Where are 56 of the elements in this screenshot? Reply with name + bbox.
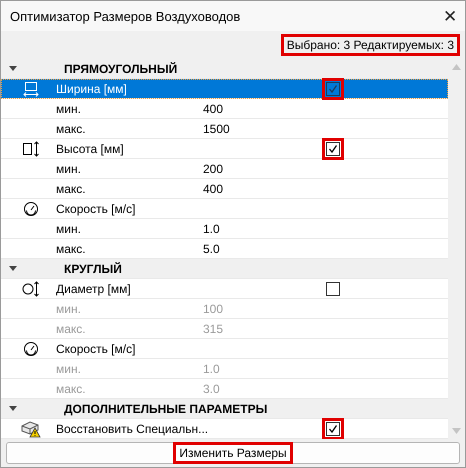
- expand-triangle-icon[interactable]: [9, 66, 17, 71]
- value-text: 1.0: [203, 362, 221, 376]
- list-row[interactable]: макс. 400: [1, 179, 448, 199]
- value-text: 315: [203, 322, 224, 336]
- gauge-icon: [23, 340, 39, 356]
- parameter-label: Скорость [м/с]: [56, 202, 136, 216]
- parameter-label: Диаметр [мм]: [56, 282, 131, 296]
- value-text[interactable]: 5.0: [203, 242, 323, 256]
- field-label: мин.: [56, 162, 82, 176]
- section-title: ПРЯМОУГОЛЬНЫЙ: [64, 62, 178, 76]
- parameter-label: Высота [мм]: [56, 142, 124, 156]
- expand-triangle-icon[interactable]: [9, 406, 17, 411]
- list-row[interactable]: макс. 1500: [1, 119, 448, 139]
- list-row[interactable]: Высота [мм]: [1, 139, 448, 159]
- value-text[interactable]: 1.0: [203, 222, 323, 236]
- gauge-icon: [23, 200, 39, 216]
- list-row[interactable]: мин. 200: [1, 159, 448, 179]
- duct-warning-icon: [21, 420, 41, 438]
- list-row[interactable]: Ширина [мм]: [1, 79, 448, 99]
- section-title: КРУГЛЫЙ: [64, 262, 122, 276]
- value-text[interactable]: 400: [203, 182, 323, 196]
- value-text[interactable]: 200: [203, 162, 323, 176]
- list-row[interactable]: Скорость [м/с]: [1, 339, 448, 359]
- value-text[interactable]: 400: [203, 102, 323, 116]
- selection-count: Выбрано: 3 Редактируемых: 3: [286, 38, 454, 52]
- field-label: мин.: [56, 302, 82, 316]
- field-label: макс.: [56, 182, 87, 196]
- field-label: макс.: [56, 242, 87, 256]
- resize-button[interactable]: Изменить Размеры: [6, 442, 460, 464]
- height-icon: [22, 140, 40, 156]
- parameter-label: Восстановить Специальн...: [56, 422, 208, 436]
- close-button[interactable]: ✕: [443, 8, 457, 24]
- field-label: мин.: [56, 222, 82, 236]
- field-label: макс.: [56, 122, 87, 136]
- field-label: макс.: [56, 322, 87, 336]
- parameter-label: Скорость [м/с]: [56, 342, 136, 356]
- width-icon: [23, 80, 39, 96]
- value-text: 3.0: [203, 382, 221, 396]
- list-row[interactable]: мин. 1.0: [1, 219, 448, 239]
- list-row[interactable]: Диаметр [мм]: [1, 279, 448, 299]
- value-text[interactable]: 1500: [203, 122, 323, 136]
- list-row[interactable]: Скорость [м/с]: [1, 199, 448, 219]
- checkbox[interactable]: [326, 282, 340, 296]
- field-label: мин.: [56, 362, 82, 376]
- list-row[interactable]: мин. 400: [1, 99, 448, 119]
- window-title: Оптимизатор Размеров Воздуховодов: [10, 8, 240, 24]
- checkbox[interactable]: [326, 82, 340, 96]
- checkbox[interactable]: [326, 142, 340, 156]
- expand-triangle-icon[interactable]: [9, 266, 17, 271]
- section-title: ДОПОЛНИТЕЛЬНЫЕ ПАРАМЕТРЫ: [64, 402, 268, 416]
- field-label: мин.: [56, 102, 82, 116]
- value-text: 100: [203, 302, 224, 316]
- checkbox[interactable]: [326, 422, 340, 436]
- diameter-icon: [22, 280, 40, 296]
- parameter-label: Ширина [мм]: [56, 82, 127, 96]
- field-label: макс.: [56, 382, 87, 396]
